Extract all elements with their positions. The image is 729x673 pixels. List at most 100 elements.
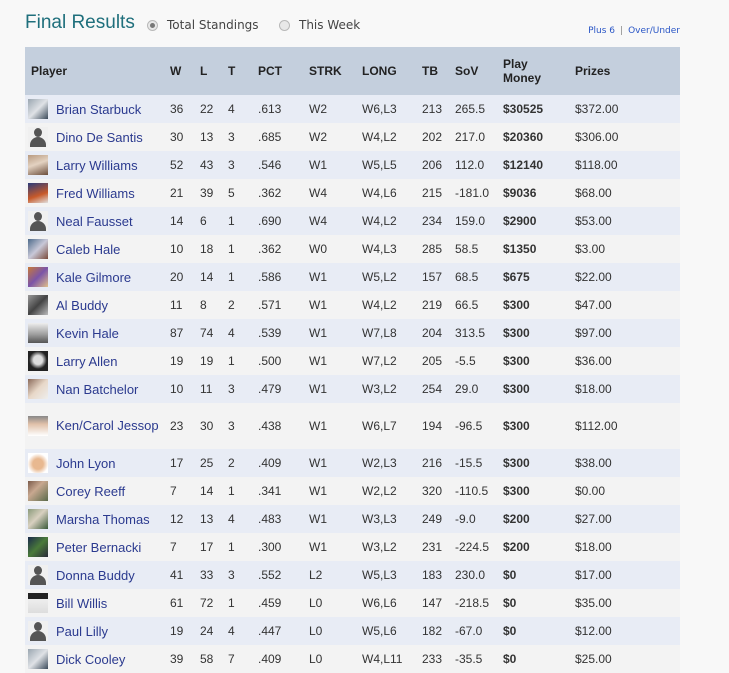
player-cell: Ken/Carol Jessop bbox=[28, 416, 166, 437]
player-name-link[interactable]: Paul Lilly bbox=[56, 624, 108, 639]
player-name-link[interactable]: Bill Willis bbox=[56, 596, 107, 611]
avatar bbox=[28, 379, 48, 399]
cell-strk: W4 bbox=[309, 186, 327, 200]
col-pct[interactable]: PCT bbox=[258, 47, 305, 95]
cell-w: 23 bbox=[170, 419, 184, 433]
cell-sov: -67.0 bbox=[455, 624, 483, 638]
cell-player: Kevin Hale bbox=[25, 319, 166, 347]
cell-long: W5,L2 bbox=[362, 270, 397, 284]
cell-w: 39 bbox=[170, 652, 184, 666]
player-name-link[interactable]: Ken/Carol Jessop bbox=[56, 418, 159, 433]
cell-w: 21 bbox=[170, 186, 184, 200]
player-name-link[interactable]: Fred Williams bbox=[56, 186, 135, 201]
table-row: Kevin Hale 87 74 4 .539 W1 W7,L8 204 313.5 $300 $9… bbox=[25, 319, 680, 347]
col-strk[interactable]: STRK bbox=[305, 47, 359, 95]
player-name-link[interactable]: Neal Fausset bbox=[56, 214, 133, 229]
over-under-link[interactable]: Over/Under bbox=[628, 26, 680, 36]
player-name-link[interactable]: Nan Batchelor bbox=[56, 382, 138, 397]
plus-6-link[interactable]: Plus 6 bbox=[588, 26, 615, 36]
cell-tb: 194 bbox=[422, 419, 443, 433]
cell-t: 1 bbox=[228, 484, 235, 498]
player-name-link[interactable]: Caleb Hale bbox=[56, 242, 120, 257]
col-prizes[interactable]: Prizes bbox=[575, 47, 680, 95]
radio-selected-icon[interactable] bbox=[147, 19, 158, 31]
col-tb[interactable]: TB bbox=[422, 47, 455, 95]
player-name-link[interactable]: John Lyon bbox=[56, 456, 116, 471]
cell-prizes: $112.00 bbox=[575, 419, 618, 433]
col-sov[interactable]: SoV bbox=[455, 47, 503, 95]
cell-sov: 58.5 bbox=[455, 242, 479, 256]
cell-prizes: $3.00 bbox=[575, 242, 606, 256]
table-row: John Lyon 17 25 2 .409 W1 W2,L3 216 -15.5 $300 $38… bbox=[25, 449, 680, 477]
cell-t: 1 bbox=[228, 354, 235, 368]
cell-l: 22 bbox=[200, 102, 214, 116]
col-play-money[interactable]: Play Money bbox=[503, 47, 575, 95]
cell-l: 8 bbox=[200, 298, 207, 312]
player-name-link[interactable]: Larry Williams bbox=[56, 158, 138, 173]
cell-sov: -110.5 bbox=[455, 484, 489, 498]
player-name-link[interactable]: Al Buddy bbox=[56, 298, 108, 313]
cell-long: W4,L11 bbox=[362, 652, 403, 666]
cell-strk: W2 bbox=[309, 102, 327, 116]
player-name-link[interactable]: Dick Cooley bbox=[56, 652, 125, 667]
table-row: Bill Willis 61 72 1 .459 L0 W6,L6 147 -218.5 $0 $3… bbox=[25, 589, 680, 617]
col-player[interactable]: Player bbox=[25, 47, 166, 95]
cell-sov: 159.0 bbox=[455, 214, 486, 228]
cell-prizes: $22.00 bbox=[575, 270, 612, 284]
player-name-link[interactable]: Brian Starbuck bbox=[56, 102, 141, 117]
col-long[interactable]: LONG bbox=[359, 47, 422, 95]
cell-t: 7 bbox=[228, 652, 235, 666]
cell-w: 7 bbox=[170, 484, 177, 498]
player-name-link[interactable]: Marsha Thomas bbox=[56, 512, 150, 527]
cell-w: 36 bbox=[170, 102, 184, 116]
cell-l: 13 bbox=[200, 130, 214, 144]
cell-play-money: $9036 bbox=[503, 186, 537, 200]
player-cell: Al Buddy bbox=[28, 295, 166, 315]
player-name-link[interactable]: Corey Reeff bbox=[56, 484, 125, 499]
table-row: Peter Bernacki 7 17 1 .300 W1 W3,L2 231 -224.5 $2… bbox=[25, 533, 680, 561]
cell-t: 2 bbox=[228, 298, 235, 312]
cell-sov: 29.0 bbox=[455, 382, 479, 396]
player-cell: Marsha Thomas bbox=[28, 509, 166, 529]
table-row: Donna Buddy 41 33 3.552 L2 W5,L3 183 230.0 $0 $17… bbox=[25, 561, 680, 589]
table-row: Nan Batchelor 10 11 3 .479 W1 W3,L2 254 29.0 $300… bbox=[25, 375, 680, 403]
player-cell: Fred Williams bbox=[28, 183, 166, 203]
cell-tb: 254 bbox=[422, 382, 443, 396]
cell-strk: W1 bbox=[309, 158, 327, 172]
cell-pct: .479 bbox=[258, 382, 282, 396]
cell-strk: W1 bbox=[309, 298, 327, 312]
table-row: Larry Williams 52 43 3 .546 W1 W5,L5 206 112.0 $1… bbox=[25, 151, 680, 179]
col-t[interactable]: T bbox=[228, 47, 258, 95]
player-name-link[interactable]: Larry Allen bbox=[56, 354, 117, 369]
cell-strk: W1 bbox=[309, 270, 327, 284]
radio-this-week[interactable]: This Week bbox=[279, 18, 360, 32]
player-name-link[interactable]: Kale Gilmore bbox=[56, 270, 131, 285]
table-row: Neal Fausset 14 6 1 .690 W4 W4,L2 234 159.0 $2900… bbox=[25, 207, 680, 235]
cell-w: 17 bbox=[170, 456, 184, 470]
cell-strk: W1 bbox=[309, 456, 327, 470]
cell-pct: .362 bbox=[258, 242, 282, 256]
player-cell: Corey Reeff bbox=[28, 481, 166, 501]
cell-strk: L0 bbox=[309, 596, 323, 610]
player-name-link[interactable]: Donna Buddy bbox=[56, 568, 135, 583]
cell-strk: W1 bbox=[309, 484, 327, 498]
radio-total-standings[interactable]: Total Standings bbox=[147, 18, 259, 32]
player-cell: Nan Batchelor bbox=[28, 379, 166, 399]
cell-play-money: $300 bbox=[503, 456, 530, 470]
player-name-link[interactable]: Dino De Santis bbox=[56, 130, 143, 145]
cell-strk: W1 bbox=[309, 512, 327, 526]
col-l[interactable]: L bbox=[200, 47, 228, 95]
cell-pct: .300 bbox=[258, 540, 282, 554]
cell-t: 1 bbox=[228, 242, 235, 256]
player-name-link[interactable]: Kevin Hale bbox=[56, 326, 119, 341]
player-name-link[interactable]: Peter Bernacki bbox=[56, 540, 141, 555]
cell-w: 19 bbox=[170, 354, 184, 368]
cell-l: 72 bbox=[200, 596, 214, 610]
cell-l: 19 bbox=[200, 354, 214, 368]
cell-player: Peter Bernacki bbox=[25, 533, 166, 561]
radio-unselected-icon[interactable] bbox=[279, 19, 290, 31]
col-w[interactable]: W bbox=[166, 47, 200, 95]
cell-l: 33 bbox=[200, 568, 214, 582]
cell-l: 74 bbox=[200, 326, 214, 340]
cell-pct: .500 bbox=[258, 354, 282, 368]
